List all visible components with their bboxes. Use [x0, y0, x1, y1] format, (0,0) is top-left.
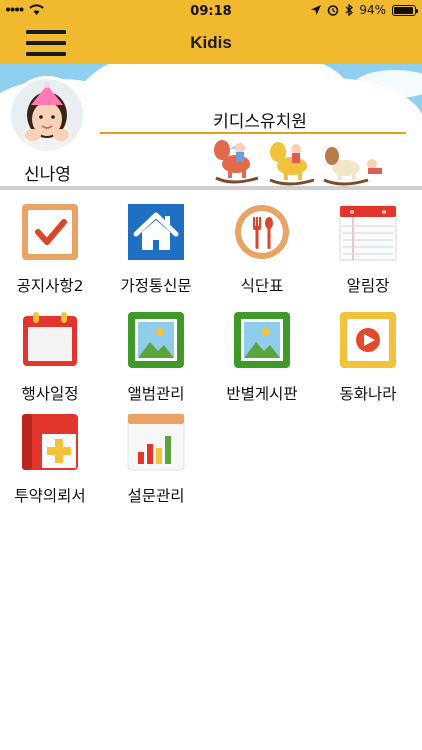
- nav-bar: Kidis: [0, 22, 422, 64]
- user-name: 신나영: [24, 165, 71, 185]
- profile-banner: 신나영 키디스유치원: [0, 64, 422, 186]
- menu-item-label: 행사일정: [21, 385, 79, 403]
- bar-chart-icon: [127, 413, 185, 471]
- child-photo: [11, 79, 83, 151]
- menu-item-label: 가정통신문: [120, 277, 192, 295]
- menu-line: [26, 52, 66, 56]
- photo-album-icon: [128, 312, 184, 368]
- rocking-horses-illustration: [214, 140, 382, 186]
- menu-item-album[interactable]: 앨범관리: [106, 304, 206, 408]
- menu-item-notice[interactable]: 공지사항2: [0, 196, 100, 300]
- menu-item-meal-plan[interactable]: 식단표: [212, 196, 312, 300]
- menu-line: [26, 30, 66, 34]
- checkbox-icon: [22, 204, 78, 260]
- menu-item-label: 알림장: [346, 277, 390, 295]
- app-header: 09:18 94% Kidis: [0, 0, 422, 64]
- menu-item-notebook[interactable]: 알림장: [318, 196, 418, 300]
- menu-item-survey[interactable]: 설문관리: [106, 406, 206, 510]
- menu-item-label: 공지사항2: [16, 277, 84, 295]
- menu-line: [26, 41, 66, 45]
- photo-board-icon: [234, 312, 290, 368]
- menu-item-label: 투약의뢰서: [14, 487, 86, 505]
- status-right: 94%: [311, 3, 418, 17]
- menu-item-label: 동화나라: [339, 385, 397, 403]
- battery-icon: [392, 4, 418, 16]
- menu-item-label: 설문관리: [127, 487, 185, 505]
- medicine-book-icon: [22, 414, 78, 470]
- profile-avatar[interactable]: [8, 76, 86, 154]
- menu-item-label: 반별게시판: [226, 385, 298, 403]
- menu-item-fairy-tales[interactable]: 동화나라: [318, 304, 418, 408]
- battery-fill: [394, 6, 413, 14]
- alarm-icon: [328, 5, 339, 16]
- status-bar: 09:18 94%: [0, 0, 422, 22]
- banner-divider: [0, 186, 422, 190]
- hamburger-menu-icon[interactable]: [26, 30, 66, 56]
- menu-item-newsletter[interactable]: 가정통신문: [106, 196, 206, 300]
- fork-spoon-icon: [235, 205, 289, 259]
- bluetooth-icon: [345, 4, 354, 16]
- calendar-icon: [23, 312, 77, 366]
- notebook-icon: [339, 205, 397, 261]
- menu-item-label: 앨범관리: [127, 385, 185, 403]
- location-icon: [311, 5, 322, 15]
- school-name: 키디스유치원: [213, 112, 307, 132]
- menu-item-events[interactable]: 행사일정: [0, 304, 100, 408]
- home-icon: [128, 204, 184, 260]
- video-play-icon: [340, 312, 396, 368]
- battery-percent: 94%: [359, 3, 386, 17]
- menu-item-medication[interactable]: 투약의뢰서: [0, 406, 100, 510]
- menu-item-class-board[interactable]: 반별게시판: [212, 304, 312, 408]
- menu-item-label: 식단표: [240, 277, 284, 295]
